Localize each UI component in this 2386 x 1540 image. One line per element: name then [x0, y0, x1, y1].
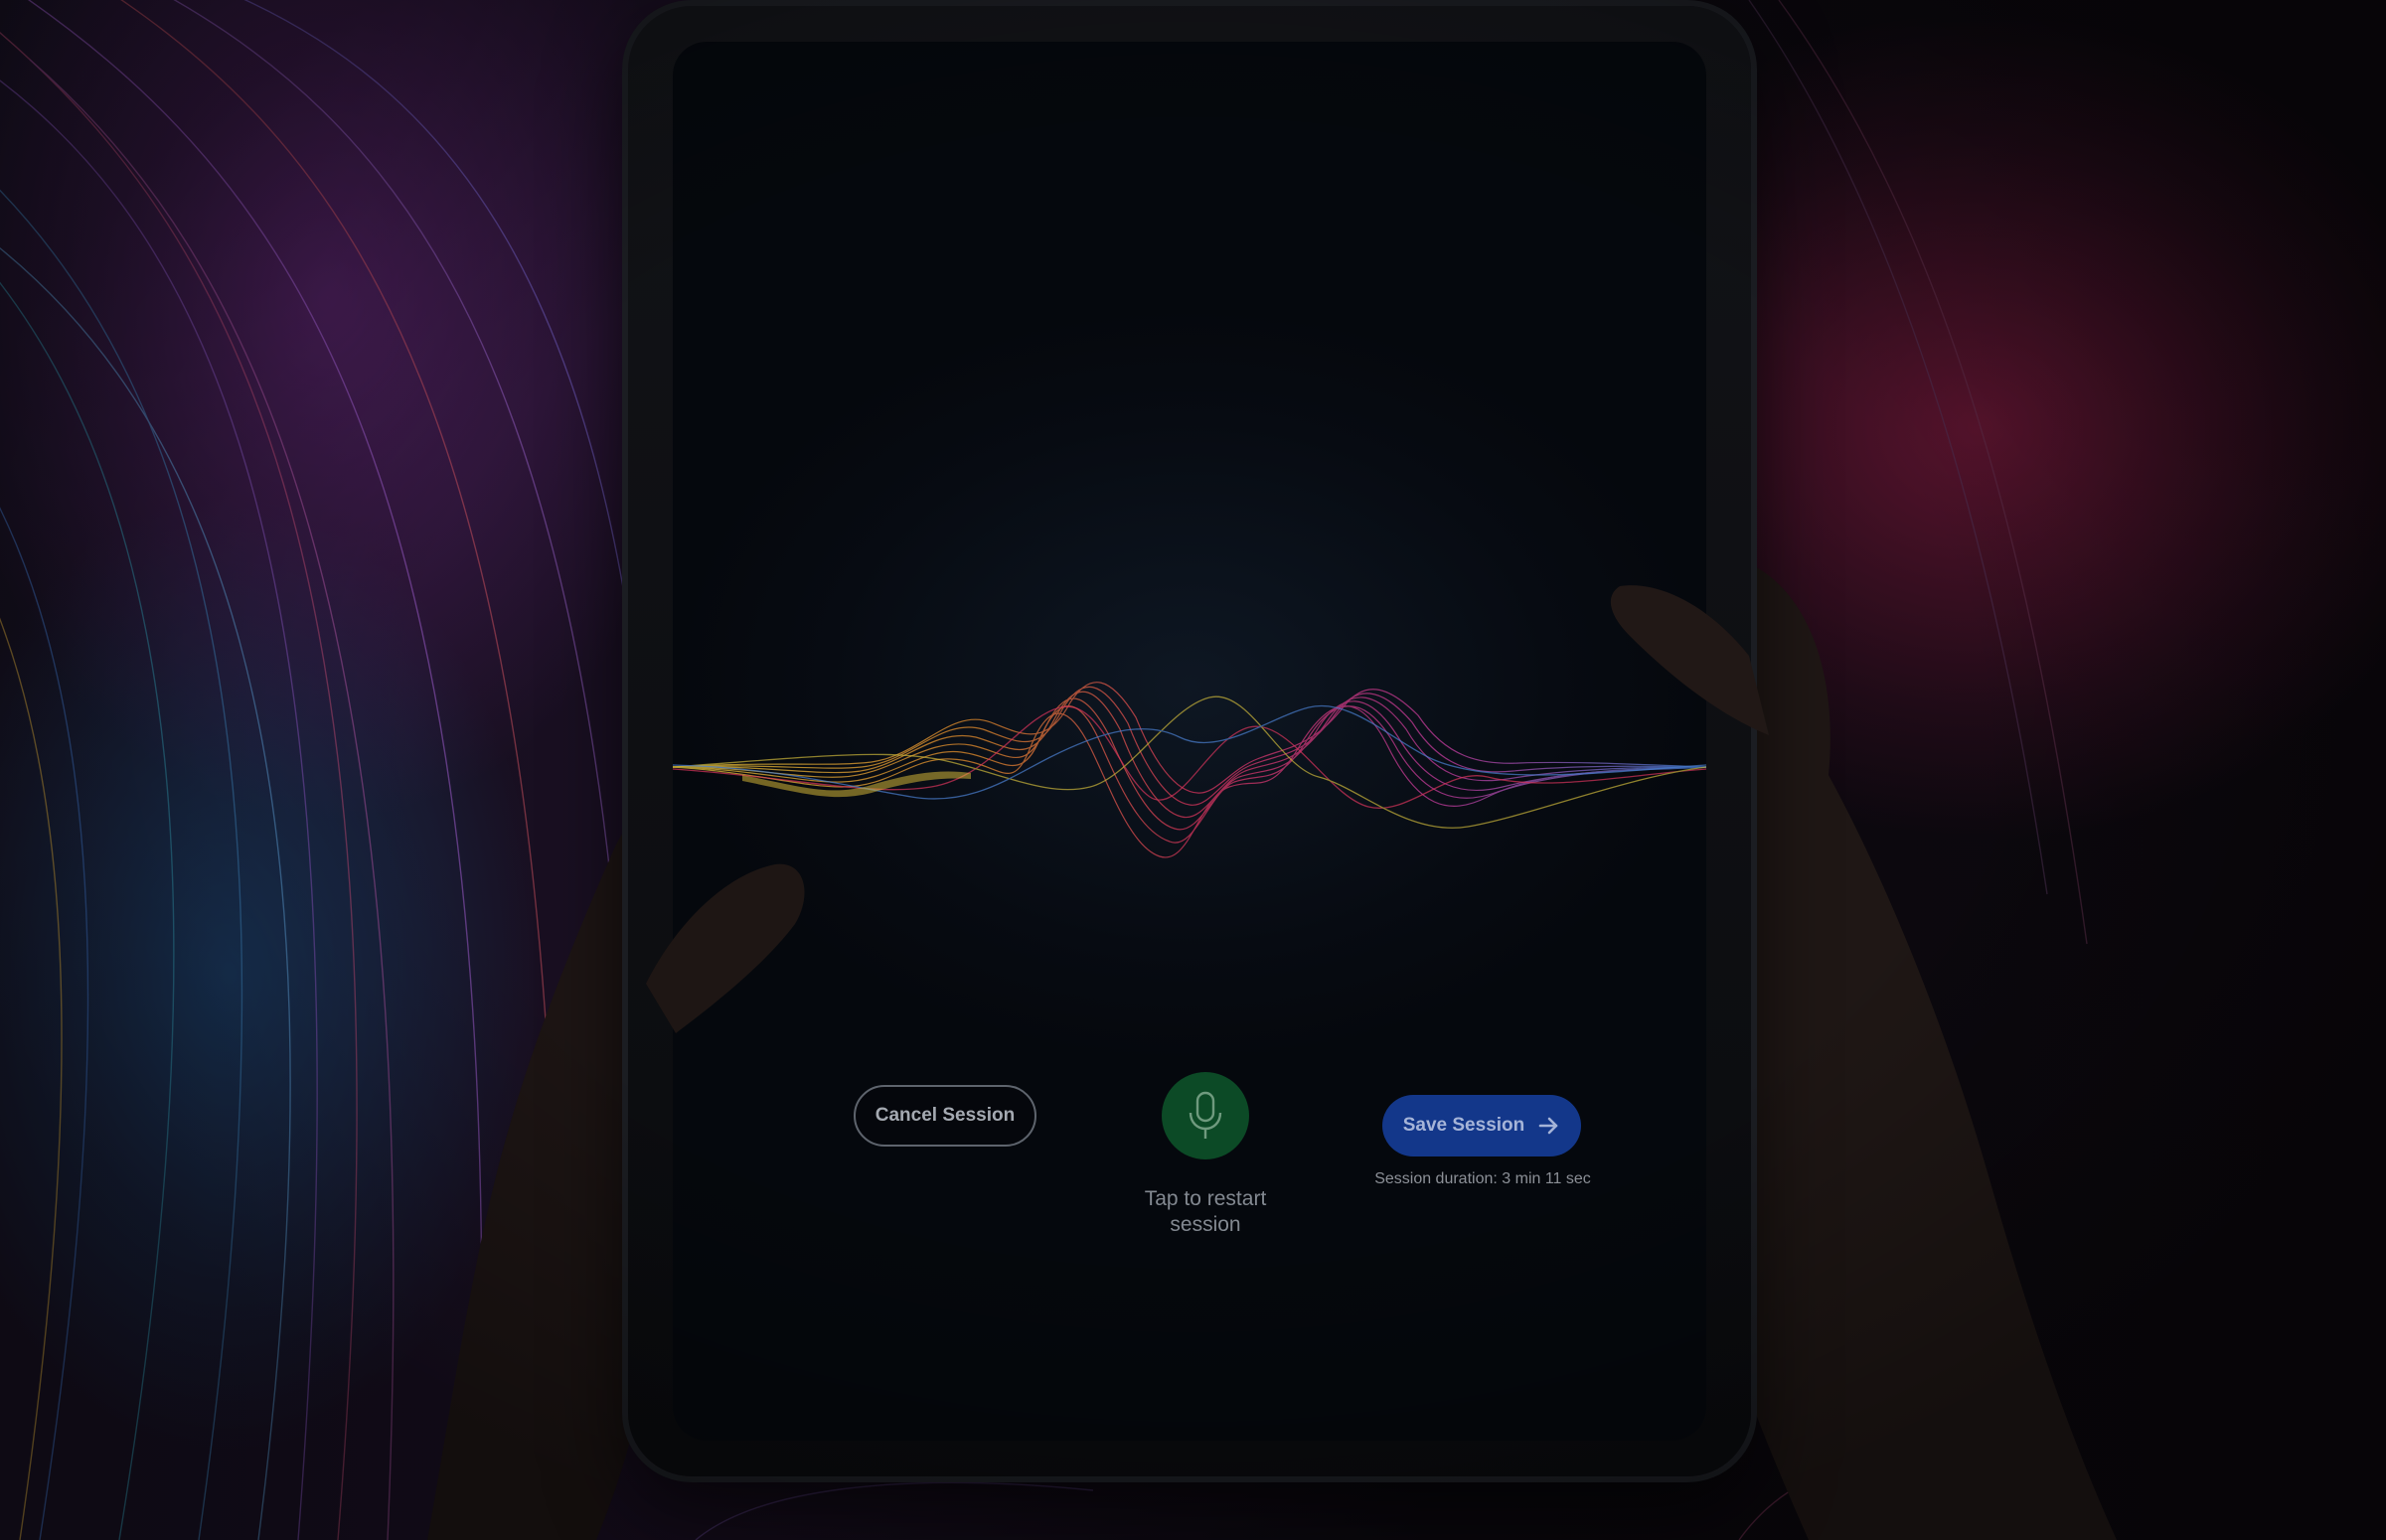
left-thumb [646, 863, 805, 1033]
save-session-button[interactable]: Save Session [1382, 1095, 1581, 1156]
right-thumb [1610, 585, 1769, 735]
cancel-session-label: Cancel Session [875, 1105, 1016, 1126]
mic-instruction-label: Tap to restart session [1144, 1187, 1267, 1236]
scene: Cancel Session Tap to restart session Sa… [0, 0, 2386, 1540]
save-session-label: Save Session [1402, 1115, 1525, 1136]
microphone-icon [1189, 1091, 1222, 1139]
restart-session-mic-button[interactable] [1162, 1072, 1249, 1159]
arrow-right-icon [1538, 1117, 1558, 1135]
tablet-frame: Cancel Session Tap to restart session Sa… [628, 6, 1751, 1476]
session-duration-text: Session duration: 3 min 11 sec [1374, 1170, 1591, 1187]
audio-waveform [673, 682, 1706, 858]
cancel-session-button[interactable]: Cancel Session [854, 1085, 1036, 1147]
tablet-screen: Cancel Session Tap to restart session Sa… [673, 42, 1706, 1441]
